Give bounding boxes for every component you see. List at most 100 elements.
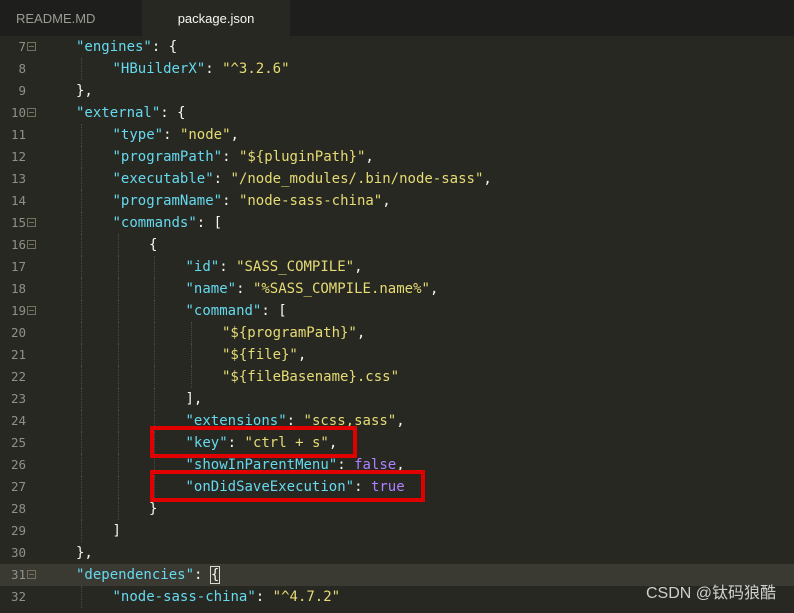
code-line[interactable]: 16 { <box>0 234 794 256</box>
code-line[interactable]: 15 "commands": [ <box>0 212 794 234</box>
fold-toggle-icon[interactable] <box>27 42 36 51</box>
line-number: 22 <box>10 369 26 384</box>
json-punctuation: , <box>382 193 391 209</box>
json-punctuation: , <box>297 347 307 363</box>
indent-guide <box>81 410 82 432</box>
code-line[interactable]: 7 "engines": { <box>0 36 794 58</box>
code-text: "node-sass-china": "^4.7.2" <box>113 586 341 608</box>
line-number: 7 <box>18 39 26 54</box>
indent-guide <box>81 322 82 344</box>
code-line[interactable]: 9}, <box>0 80 794 102</box>
json-punctuation: : <box>236 281 253 297</box>
json-punctuation: : <box>255 589 273 605</box>
json-string: "%SASS_COMPILE.name%" <box>252 281 430 297</box>
indent-guide <box>81 168 82 190</box>
json-punctuation: : <box>222 149 239 165</box>
indent-guide <box>117 278 119 300</box>
tab-package-json[interactable]: package.json <box>142 0 290 36</box>
line-number: 30 <box>10 545 26 560</box>
json-punctuation: }, <box>76 83 93 99</box>
code-line[interactable]: 24 "extensions": "scss,sass", <box>0 410 794 432</box>
indent-guide <box>117 388 119 410</box>
json-key: "dependencies" <box>76 567 195 583</box>
code-line[interactable]: 22 "${fileBasename}.css" <box>0 366 794 388</box>
line-number: 29 <box>10 523 26 538</box>
code-line[interactable]: 25 "key": "ctrl + s", <box>0 432 794 454</box>
json-key: "HBuilderX" <box>112 61 206 77</box>
line-number: 25 <box>10 435 26 450</box>
code-line[interactable]: 30}, <box>0 542 794 564</box>
line-number: 31 <box>10 567 26 582</box>
line-number: 9 <box>18 83 26 98</box>
fold-toggle-icon[interactable] <box>27 108 36 117</box>
json-punctuation: , <box>354 259 363 275</box>
json-punctuation: { <box>149 237 158 253</box>
code-text: }, <box>76 80 93 102</box>
indent-guide <box>81 212 82 234</box>
code-line[interactable]: 8 "HBuilderX": "^3.2.6" <box>0 58 794 80</box>
line-number: 21 <box>10 347 26 362</box>
fold-toggle-icon[interactable] <box>27 218 36 227</box>
indent-guide <box>81 300 82 322</box>
indent-guide <box>117 366 119 388</box>
line-number: 32 <box>10 589 26 604</box>
code-line[interactable]: 23], <box>0 388 794 410</box>
code-text: { <box>149 234 157 256</box>
line-number: 19 <box>10 303 26 318</box>
indent-guide <box>81 520 82 542</box>
fold-toggle-icon[interactable] <box>27 240 36 249</box>
code-text: "${programPath}", <box>222 322 365 344</box>
line-number: 12 <box>10 149 26 164</box>
code-text: "type": "node", <box>113 124 239 146</box>
line-number: 13 <box>10 171 26 186</box>
json-string: "SASS_COMPILE" <box>236 259 355 275</box>
fold-toggle-icon[interactable] <box>27 306 36 315</box>
indent-guide <box>190 366 192 388</box>
indent-guide <box>81 344 82 366</box>
json-punctuation: : <box>205 61 223 77</box>
json-string: "/node_modules/.bin/node-sass" <box>230 171 484 187</box>
json-key: "name" <box>185 281 237 297</box>
json-key: "external" <box>76 105 161 121</box>
code-text: "dependencies": { <box>76 564 221 586</box>
code-line[interactable]: 12 "programPath": "${pluginPath}", <box>0 146 794 168</box>
line-number: 11 <box>10 127 26 142</box>
code-line[interactable]: 21 "${file}", <box>0 344 794 366</box>
code-line[interactable]: 29] <box>0 520 794 542</box>
json-key: "programPath" <box>112 149 223 165</box>
code-line[interactable]: 18 "name": "%SASS_COMPILE.name%", <box>0 278 794 300</box>
code-line[interactable]: 33 <box>0 608 794 613</box>
indent-guide <box>81 498 82 520</box>
code-editor[interactable]: 7 "engines": {8 "HBuilderX": "^3.2.6" 9}, 10… <box>0 36 794 613</box>
fold-toggle-icon[interactable] <box>27 570 36 579</box>
code-text: "id": "SASS_COMPILE", <box>186 256 363 278</box>
code-text: "command": [ <box>186 300 287 322</box>
code-line[interactable]: 20 "${programPath}", <box>0 322 794 344</box>
code-line[interactable]: 19 "command": [ <box>0 300 794 322</box>
indent-guide <box>81 58 82 80</box>
tab-readme[interactable]: README.MD <box>0 0 142 36</box>
indent-guide <box>154 344 155 366</box>
code-line[interactable]: 10 "external": { <box>0 102 794 124</box>
line-number: 24 <box>10 413 26 428</box>
line-number: 16 <box>10 237 26 252</box>
code-line[interactable]: 17 "id": "SASS_COMPILE", <box>0 256 794 278</box>
json-punctuation: : <box>219 259 237 275</box>
code-line[interactable]: 14 "programName": "node-sass-china", <box>0 190 794 212</box>
line-number: 15 <box>10 215 26 230</box>
code-text: "${file}", <box>222 344 306 366</box>
json-string: "${file}" <box>222 347 298 363</box>
indent-guide <box>117 410 119 432</box>
json-punctuation: , <box>230 127 239 143</box>
indent-guide <box>81 190 82 212</box>
json-punctuation: : <box>222 193 239 209</box>
line-number: 14 <box>10 193 26 208</box>
code-line[interactable]: 13 "executable": "/node_modules/.bin/node… <box>0 168 794 190</box>
json-punctuation: ], <box>185 391 203 407</box>
json-punctuation: : <box>213 171 231 187</box>
code-line[interactable]: 11 "type": "node", <box>0 124 794 146</box>
code-text: "name": "%SASS_COMPILE.name%", <box>186 278 439 300</box>
json-punctuation: , <box>429 281 439 297</box>
indent-guide <box>154 300 155 322</box>
line-number: 10 <box>10 105 26 120</box>
